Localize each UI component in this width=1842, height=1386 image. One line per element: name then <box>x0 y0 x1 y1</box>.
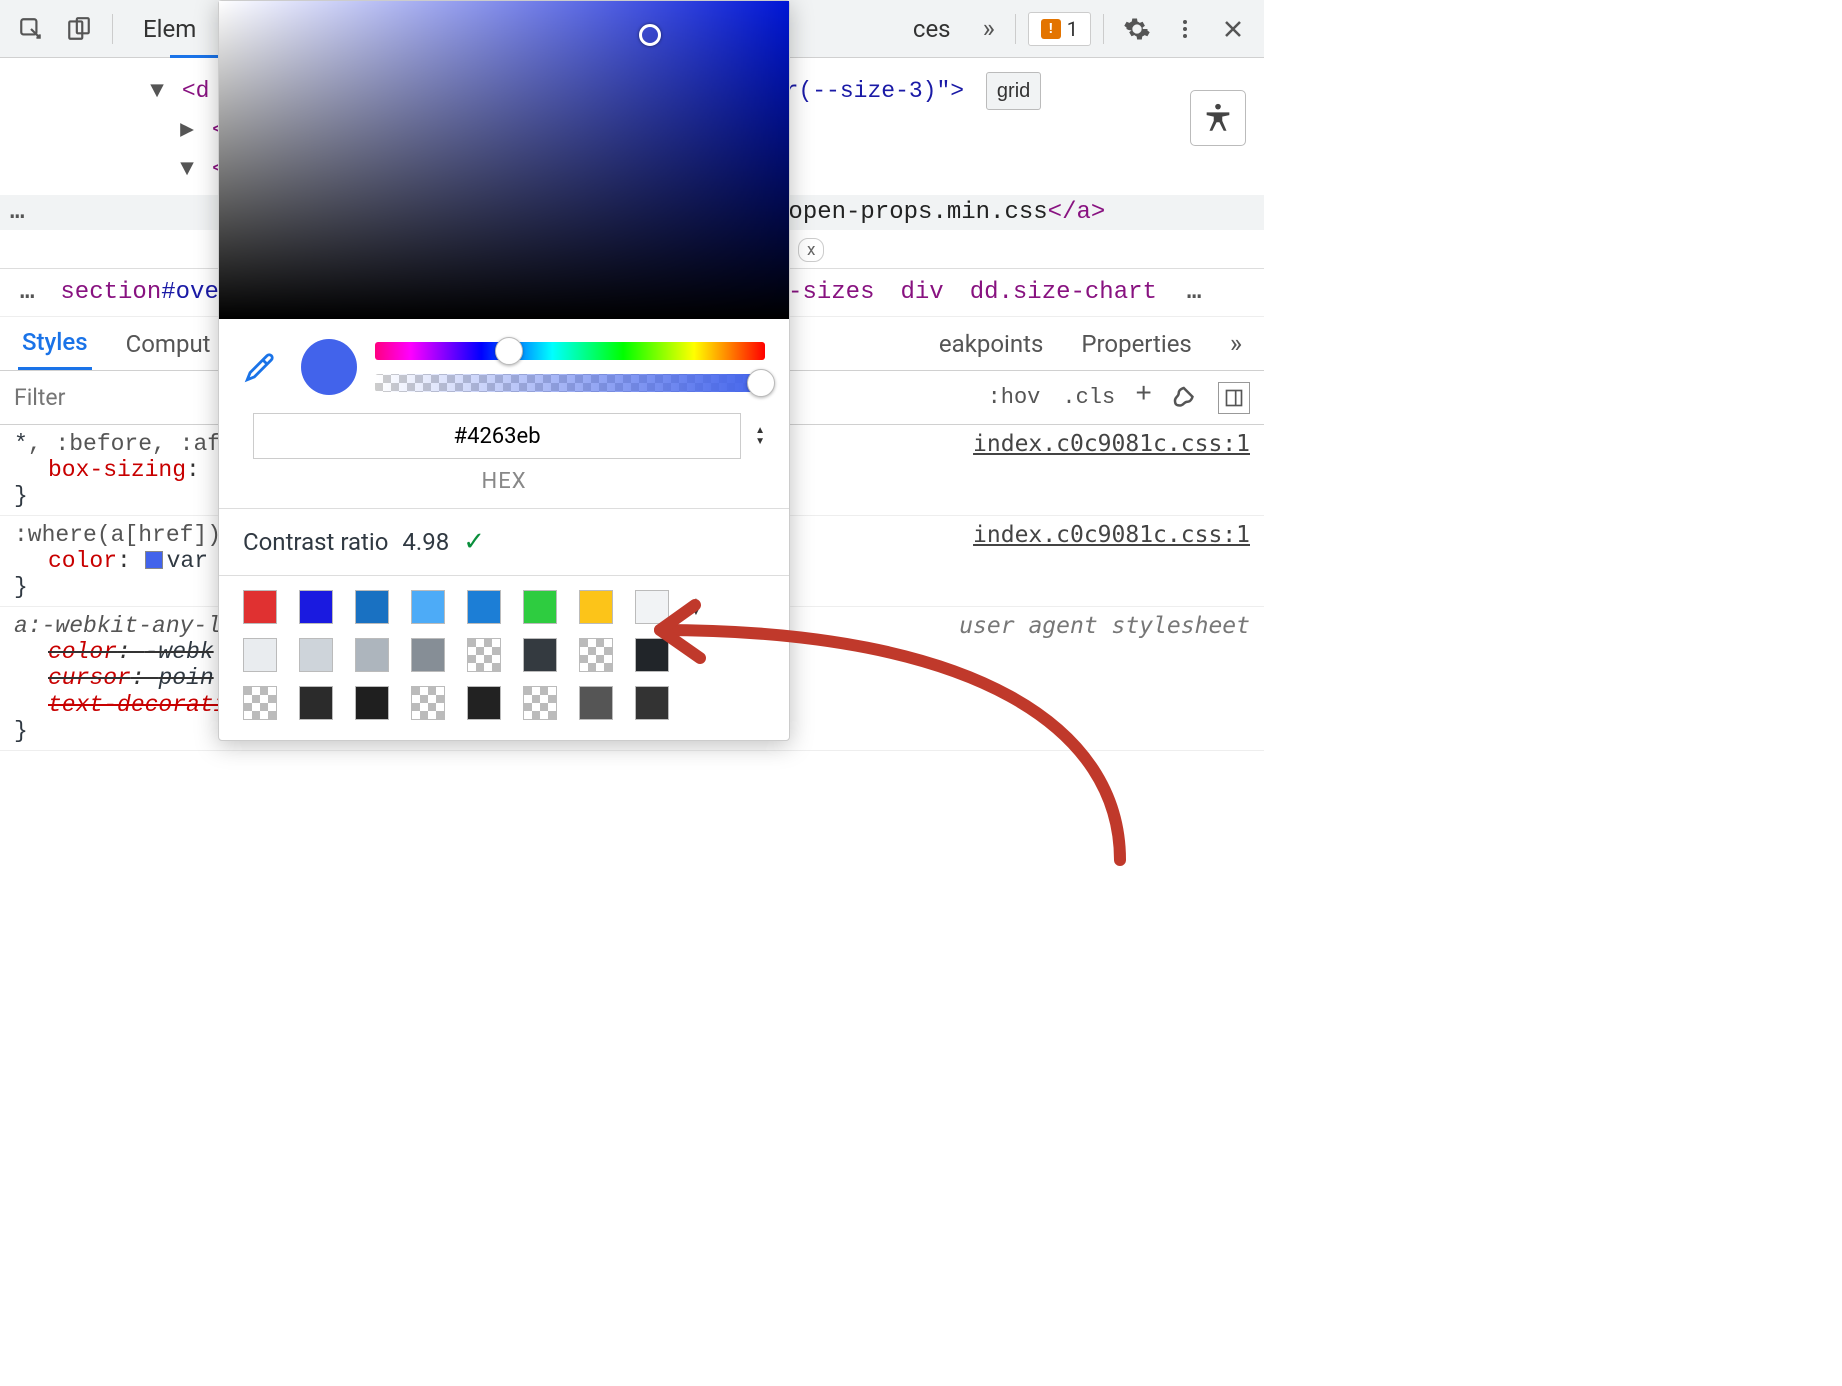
toolbar-divider <box>112 14 113 44</box>
palette-swatch[interactable] <box>299 638 333 672</box>
issues-count: 1 <box>1067 17 1078 41</box>
kebab-icon[interactable] <box>1164 8 1206 50</box>
alpha-slider[interactable] <box>375 374 765 392</box>
warning-icon: ! <box>1041 19 1061 39</box>
device-toggle-icon[interactable] <box>58 8 100 50</box>
palette-swatch[interactable] <box>355 590 389 624</box>
contrast-label: Contrast ratio <box>243 528 388 556</box>
tree-text: open-props.min.css <box>788 199 1047 226</box>
palette-swatch[interactable] <box>579 638 613 672</box>
rule-source-link[interactable]: index.c0c9081c.css:1 <box>973 431 1250 457</box>
rule-source-link[interactable]: index.c0c9081c.css:1 <box>973 522 1250 548</box>
hex-input[interactable] <box>253 413 741 459</box>
cls-toggle[interactable]: .cls <box>1060 385 1117 410</box>
subtab-computed[interactable]: Comput <box>122 317 215 370</box>
breadcrumb-ellipsis[interactable]: … <box>1187 279 1203 306</box>
palette-swatch[interactable] <box>411 590 445 624</box>
contrast-value: 4.98 <box>402 528 449 556</box>
eyedropper-icon[interactable] <box>243 350 283 384</box>
tabs-overflow[interactable]: » <box>975 14 1003 44</box>
palette-swatch[interactable] <box>355 638 389 672</box>
palette-spinner[interactable]: ▲▼ <box>691 596 713 618</box>
hov-toggle[interactable]: :hov <box>986 385 1043 410</box>
palette-swatch[interactable] <box>635 638 669 672</box>
palette-swatch[interactable] <box>523 686 557 720</box>
rule-selector[interactable]: *, :before, :af <box>14 431 221 457</box>
palette-swatch[interactable] <box>579 590 613 624</box>
color-format-label: HEX <box>219 465 789 508</box>
rule-selector[interactable]: :where(a[href]) <box>14 522 221 548</box>
chevron-down-icon[interactable]: ▼ <box>180 150 194 189</box>
palette-swatch[interactable] <box>355 686 389 720</box>
pill-label: x <box>807 240 815 260</box>
palette-swatch[interactable] <box>243 686 277 720</box>
palette-swatch[interactable] <box>467 590 501 624</box>
color-swatch[interactable] <box>145 551 163 569</box>
tab-elements[interactable]: Elem <box>125 15 214 43</box>
saturation-value-field[interactable] <box>219 1 789 319</box>
palette-swatch[interactable] <box>411 686 445 720</box>
chevron-right-icon[interactable]: ▶ <box>180 111 194 150</box>
filter-tools: :hov .cls + <box>972 382 1264 414</box>
check-icon: ✓ <box>463 527 485 557</box>
palette-swatch[interactable] <box>299 686 333 720</box>
palette-swatch[interactable] <box>467 686 501 720</box>
inspect-icon[interactable] <box>10 8 52 50</box>
breadcrumb-item[interactable]: section#ove <box>60 279 218 306</box>
contrast-ratio-row[interactable]: Contrast ratio 4.98 ✓ <box>219 509 789 575</box>
color-picker-popover: ▲▼ HEX Contrast ratio 4.98 ✓ ▲▼ <box>218 0 790 741</box>
rule-source-ua: user agent stylesheet <box>959 613 1250 639</box>
rule-selector[interactable]: a:-webkit-any-l <box>14 613 221 639</box>
palette-swatch[interactable] <box>523 638 557 672</box>
ellipsis-icon: … <box>10 199 26 226</box>
subtab-styles[interactable]: Styles <box>18 317 92 370</box>
paint-brush-icon[interactable] <box>1170 383 1200 413</box>
alpha-thumb[interactable] <box>747 369 775 397</box>
toggle-sidebar-icon[interactable] <box>1218 382 1250 414</box>
toolbar-divider <box>1103 14 1104 44</box>
current-color-preview <box>301 339 357 395</box>
close-pill[interactable]: x <box>798 238 824 262</box>
palette-swatch[interactable] <box>635 590 669 624</box>
palette-swatch[interactable] <box>299 590 333 624</box>
breadcrumb-ellipsis[interactable]: … <box>20 279 36 306</box>
palette-swatch[interactable] <box>243 590 277 624</box>
chevron-down-icon[interactable]: ▼ <box>150 72 164 111</box>
subtabs-overflow[interactable]: » <box>1226 317 1246 370</box>
gear-icon[interactable] <box>1116 8 1158 50</box>
palette-swatch[interactable] <box>243 638 277 672</box>
palette-swatch[interactable] <box>523 590 557 624</box>
issues-badge[interactable]: ! 1 <box>1028 12 1091 46</box>
hue-slider[interactable] <box>375 342 765 360</box>
close-icon[interactable] <box>1212 8 1254 50</box>
palette-swatch[interactable] <box>635 686 669 720</box>
color-palette: ▲▼ <box>219 576 789 740</box>
subtab-breakpoints[interactable]: eakpoints <box>935 317 1047 370</box>
tree-close-tag: </a> <box>1048 199 1106 226</box>
grid-badge[interactable]: grid <box>986 72 1041 110</box>
hue-thumb[interactable] <box>495 337 523 365</box>
subtab-properties[interactable]: Properties <box>1077 317 1195 370</box>
breadcrumb-item[interactable]: div <box>900 279 943 306</box>
palette-swatch[interactable] <box>467 638 501 672</box>
accessibility-icon[interactable] <box>1190 90 1246 146</box>
toolbar-divider <box>1015 14 1016 44</box>
palette-swatch[interactable] <box>579 686 613 720</box>
format-spinner[interactable]: ▲▼ <box>755 425 765 447</box>
tab-truncated-right[interactable]: ces <box>895 15 969 43</box>
breadcrumb-item[interactable]: dd.size-chart <box>970 279 1157 306</box>
sv-cursor[interactable] <box>639 24 661 46</box>
new-style-rule-icon[interactable]: + <box>1135 380 1152 411</box>
palette-swatch[interactable] <box>411 638 445 672</box>
tree-tag: <d <box>182 78 210 104</box>
